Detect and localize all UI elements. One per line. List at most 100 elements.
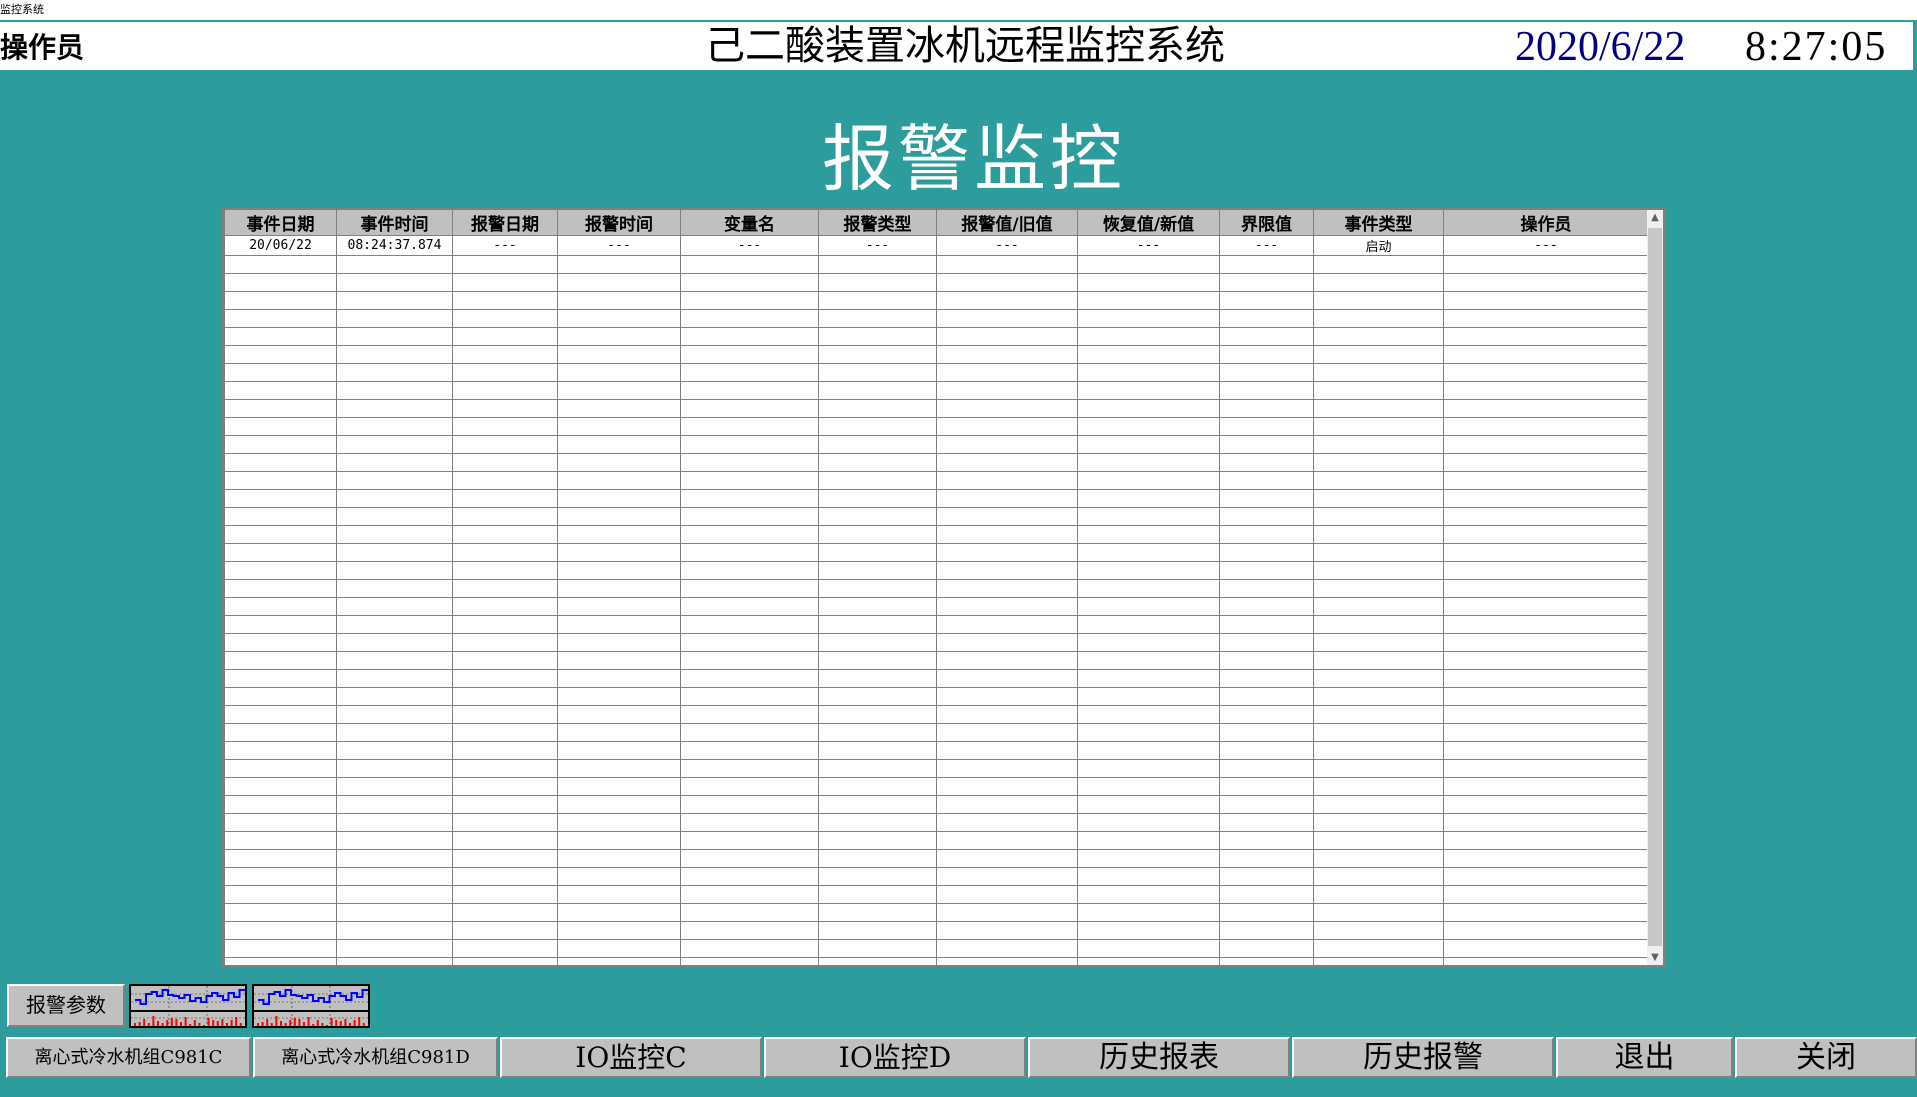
table-row[interactable]: [224, 399, 1649, 418]
table-row[interactable]: [224, 273, 1649, 292]
table-cell: [1443, 327, 1649, 346]
table-row[interactable]: [224, 741, 1649, 760]
table-row[interactable]: [224, 885, 1649, 904]
table-row[interactable]: [224, 453, 1649, 472]
table-cell: [1443, 309, 1649, 328]
trend-chart-icon[interactable]: [129, 984, 247, 1028]
table-cell: [1077, 453, 1220, 472]
column-header[interactable]: 报警值/旧值: [936, 210, 1078, 236]
table-row[interactable]: [224, 849, 1649, 868]
table-cell: [224, 795, 337, 814]
table-cell: [452, 813, 558, 832]
table-row[interactable]: [224, 381, 1649, 400]
column-header[interactable]: 事件时间: [336, 210, 453, 236]
table-row[interactable]: [224, 777, 1649, 796]
table-row[interactable]: [224, 579, 1649, 598]
alarm-params-button[interactable]: 报警参数: [7, 984, 125, 1027]
table-row[interactable]: [224, 903, 1649, 922]
table-row[interactable]: [224, 939, 1649, 958]
table-cell: [452, 255, 558, 274]
table-row[interactable]: [224, 615, 1649, 634]
column-header[interactable]: 报警日期: [452, 210, 558, 236]
table-cell: [1443, 453, 1649, 472]
table-row[interactable]: [224, 435, 1649, 454]
table-row[interactable]: [224, 489, 1649, 508]
table-cell: [818, 939, 937, 958]
table-row[interactable]: [224, 687, 1649, 706]
table-row[interactable]: [224, 957, 1649, 965]
table-row[interactable]: [224, 309, 1649, 328]
table-row[interactable]: [224, 597, 1649, 616]
table-row[interactable]: [224, 525, 1649, 544]
io-monitor-d-button[interactable]: IO监控D: [764, 1037, 1026, 1078]
table-cell: [224, 633, 337, 652]
column-header[interactable]: 变量名: [680, 210, 819, 236]
history-alarm-button[interactable]: 历史报警: [1292, 1037, 1554, 1078]
column-header[interactable]: 恢复值/新值: [1077, 210, 1220, 236]
chiller-c981d-button[interactable]: 离心式冷水机组C981D: [253, 1037, 498, 1078]
table-row[interactable]: [224, 759, 1649, 778]
table-row[interactable]: [224, 813, 1649, 832]
table-cell: [1313, 435, 1444, 454]
table-row[interactable]: [224, 561, 1649, 580]
table-cell: [452, 525, 558, 544]
current-date: 2020/6/22: [1515, 24, 1686, 70]
exit-button[interactable]: 退出: [1556, 1037, 1733, 1078]
table-row[interactable]: [224, 921, 1649, 940]
table-cell: [936, 903, 1078, 922]
table-cell: [1313, 687, 1444, 706]
table-cell: [936, 507, 1078, 526]
table-cell: [336, 921, 453, 940]
table-cell: [336, 777, 453, 796]
table-cell: [1443, 273, 1649, 292]
table-cell: [452, 759, 558, 778]
table-row[interactable]: [224, 363, 1649, 382]
column-header[interactable]: 报警类型: [818, 210, 937, 236]
table-cell: [1219, 291, 1314, 310]
alarm-table[interactable]: 事件日期 事件时间 报警日期 报警时间 变量名 报警类型 报警值/旧值 恢复值/新值 界限值 事件…: [222, 208, 1665, 967]
table-cell: [224, 453, 337, 472]
table-row[interactable]: [224, 651, 1649, 670]
column-header[interactable]: 界限值: [1219, 210, 1314, 236]
table-cell: [818, 813, 937, 832]
table-row[interactable]: 20/06/22 08:24:37.874 --- --- --- --- --- --- --…: [224, 235, 1649, 256]
table-row[interactable]: [224, 255, 1649, 274]
scroll-down-icon[interactable]: ▼: [1647, 952, 1663, 963]
close-button[interactable]: 关闭: [1735, 1037, 1917, 1078]
table-row[interactable]: [224, 543, 1649, 562]
table-row[interactable]: [224, 345, 1649, 364]
table-cell: [452, 921, 558, 940]
io-monitor-c-button[interactable]: IO监控C: [500, 1037, 762, 1078]
table-row[interactable]: [224, 723, 1649, 742]
table-row[interactable]: [224, 417, 1649, 436]
table-cell: [1313, 291, 1444, 310]
table-row[interactable]: [224, 669, 1649, 688]
table-cell: 20/06/22: [224, 235, 337, 256]
table-row[interactable]: [224, 795, 1649, 814]
column-header[interactable]: 报警时间: [557, 210, 681, 236]
column-header[interactable]: 操作员: [1443, 210, 1649, 236]
history-report-button[interactable]: 历史报表: [1028, 1037, 1290, 1078]
column-header[interactable]: 事件类型: [1313, 210, 1444, 236]
table-row[interactable]: [224, 471, 1649, 490]
table-row[interactable]: [224, 867, 1649, 886]
vertical-scrollbar[interactable]: ▲ ▼: [1647, 210, 1663, 965]
table-cell: [680, 597, 819, 616]
table-cell: [557, 543, 681, 562]
table-row[interactable]: [224, 291, 1649, 310]
table-cell: [1313, 489, 1444, 508]
table-row[interactable]: [224, 327, 1649, 346]
scroll-up-icon[interactable]: ▲: [1647, 212, 1663, 223]
table-cell: [936, 435, 1078, 454]
table-cell: [336, 939, 453, 958]
scrollbar-thumb[interactable]: [1648, 228, 1662, 946]
table-row[interactable]: [224, 831, 1649, 850]
table-cell: [557, 363, 681, 382]
table-cell: [1219, 507, 1314, 526]
table-row[interactable]: [224, 507, 1649, 526]
column-header[interactable]: 事件日期: [224, 210, 337, 236]
table-row[interactable]: [224, 633, 1649, 652]
table-row[interactable]: [224, 705, 1649, 724]
trend-chart-icon[interactable]: [252, 984, 370, 1028]
chiller-c981c-button[interactable]: 离心式冷水机组C981C: [6, 1037, 251, 1078]
